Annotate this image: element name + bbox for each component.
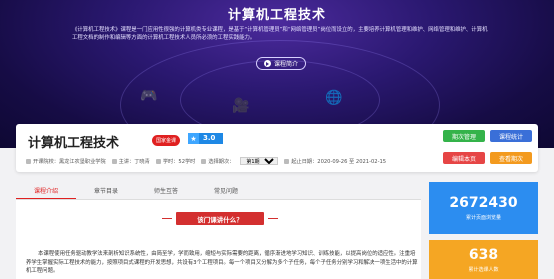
user-icon: [111, 158, 117, 164]
date-range: 起止日期：2020-09-26 至 2021-02-15: [284, 158, 386, 165]
date-icon: [284, 158, 290, 164]
course-intro-label: 课程简介: [273, 61, 298, 68]
enrollment-value: 638: [468, 246, 499, 263]
term-info: 选择期次：: [201, 158, 234, 165]
course-tabs: 课程介绍 章节目录 师生互答 常见问题: [16, 186, 421, 199]
enrollment-stat: 638 累计选课人数: [429, 240, 538, 279]
globe-icon: 🌐: [325, 90, 343, 106]
school-icon: [26, 158, 31, 164]
national-course-badge: 国家金课: [152, 135, 181, 146]
page-views-stat: 2672430 累计页面浏览量: [429, 182, 538, 234]
view-term-button[interactable]: 查看期次: [490, 152, 532, 164]
intro-paragraph: 本课程使用任务驱动教学法来剖析知识系统性，由简至学，学而致用，缩短与实际需要的距…: [26, 251, 418, 274]
play-icon: [263, 60, 271, 67]
course-meta: 开课院校：黑龙江农垦职业学院 主讲：丁晓青 学时：52学时 选择期次： 第1期 …: [26, 157, 386, 165]
hero-description: 《计算机工程技术》课程是一门应用性很强的计算机类专业课程，是基于“计算机管理员”…: [72, 27, 488, 41]
tab-course-intro[interactable]: 课程介绍: [16, 186, 76, 199]
course-intro-button[interactable]: 课程简介: [256, 57, 306, 70]
page-views-value: 2672430: [449, 195, 518, 211]
course-score: ★ 3.0: [188, 133, 224, 144]
course-stats-button[interactable]: 课程统计: [490, 130, 532, 142]
tab-chapters[interactable]: 章节目录: [76, 186, 136, 199]
lecturer-info: 主讲：丁晓青: [111, 158, 150, 165]
enrollment-label: 累计选课人数: [468, 266, 499, 273]
intro-content: 该门课讲什么？ 本课程使用任务驱动教学法来剖析知识系统性，由简至学，学而致用，缩…: [16, 200, 421, 279]
term-select[interactable]: 第1期: [240, 157, 279, 165]
star-icon: ★: [188, 133, 199, 144]
course-header-card: 计算机工程技术 国家金课 ★ 3.0 开课院校：黑龙江农垦职业学院 主讲：丁晓青…: [16, 124, 538, 172]
score-value: 3.0: [199, 133, 224, 144]
calendar-icon: [201, 158, 207, 164]
clock-icon: [155, 158, 161, 164]
tab-qa[interactable]: 师生互答: [136, 186, 196, 199]
gamepad-icon: 🎮: [140, 88, 158, 104]
college-info: 开课院校：黑龙江农垦职业学院: [26, 158, 106, 165]
section-title: 该门课讲什么？: [162, 212, 278, 225]
hero-title: 计算机工程技术: [227, 8, 326, 23]
page-views-label: 累计页面浏览量: [465, 215, 501, 221]
video-camera-icon: 🎥: [232, 98, 250, 114]
term-manage-button[interactable]: 期次管理: [443, 130, 485, 142]
tab-faq[interactable]: 常见问题: [196, 186, 256, 199]
course-title: 计算机工程技术: [28, 136, 120, 151]
edit-page-button[interactable]: 编辑本页: [443, 152, 485, 164]
hours-info: 学时：52学时: [155, 158, 195, 165]
